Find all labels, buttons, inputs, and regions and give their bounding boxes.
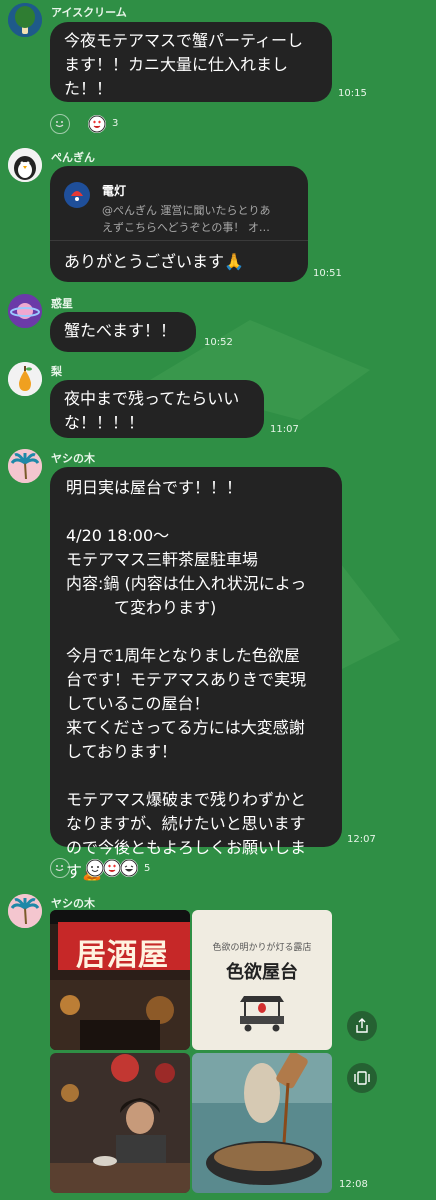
message-bubble[interactable]: 電灯 @ぺんぎん 運営に聞いたらとりあ えずこちらへどうぞとの事！ オ… ありが… <box>50 166 308 282</box>
reaction-count: 5 <box>144 863 151 874</box>
message-line: ます！！カニ大量に仕入れまし <box>64 55 289 74</box>
message-line: 夜中まで残ってたらいい <box>64 389 240 408</box>
add-reaction-button[interactable] <box>50 858 70 878</box>
photo-card-title: 色欲屋台 <box>226 962 298 983</box>
message-line <box>66 500 326 524</box>
message-bubble[interactable]: 蟹たべます！！ <box>50 312 196 352</box>
message-line: な！！！！ <box>64 413 145 432</box>
timestamp: 10:52 <box>204 337 233 348</box>
smiley-icon <box>55 121 64 128</box>
message-line <box>66 764 326 788</box>
message-bubble[interactable]: 夜中まで残ってたらいい な！！！！ <box>50 380 264 438</box>
love-face-icon <box>88 115 106 133</box>
message-line: 今夜モテアマスで蟹パーティーし <box>64 31 304 50</box>
message-line: しております！ <box>66 742 178 761</box>
sender-name: ぺんぎん <box>51 151 95 164</box>
reaction-emoji-icon[interactable] <box>86 859 104 877</box>
message-line: 今月で1周年となりました色欲屋 <box>66 646 300 665</box>
pear-icon <box>8 362 42 396</box>
icecream-icon <box>8 3 42 37</box>
avatar-icecream[interactable] <box>8 3 42 37</box>
reaction-emoji-icon[interactable] <box>120 859 138 877</box>
message-line <box>66 620 326 644</box>
photo-eating[interactable] <box>50 1053 190 1193</box>
palm-tree-icon <box>8 894 42 928</box>
photo-yatai-card[interactable]: 色欲の明かりが灯る露店 色欲屋台 <box>192 910 332 1050</box>
reply-preview[interactable]: 電灯 @ぺんぎん 運営に聞いたらとりあ えずこちらへどうぞとの事！ オ… <box>50 166 308 241</box>
smiley-icon <box>55 865 64 872</box>
message-line: 来てくださってる方には大変感謝 <box>66 718 305 737</box>
message-line: なりますが、続けたいと思います <box>66 814 306 833</box>
message-line: て変わります) <box>66 598 217 617</box>
message-line: ので今後ともよろしくお願いしま <box>66 838 307 857</box>
timestamp: 10:15 <box>338 88 367 99</box>
reaction-emoji-icon[interactable] <box>88 115 106 133</box>
lamp-icon <box>71 191 83 201</box>
add-reaction-button[interactable] <box>50 114 70 134</box>
reply-avatar <box>64 182 90 208</box>
reply-preview-line: えずこちらへどうぞとの事！ オ… <box>102 221 270 234</box>
timestamp: 10:51 <box>313 268 342 279</box>
timestamp: 12:08 <box>339 1179 368 1190</box>
laugh-face-icon <box>120 859 138 877</box>
message-bubble[interactable]: 今夜モテアマスで蟹パーティーし ます！！カニ大量に仕入れまし た！！ <box>50 22 332 102</box>
photo-card-subtitle: 色欲の明かりが灯る露店 <box>212 943 312 953</box>
penguin-icon <box>8 148 42 182</box>
photo-izakaya-sign[interactable]: 居酒屋 <box>50 910 190 1050</box>
planet-icon <box>8 294 42 328</box>
photo-wok[interactable] <box>192 1053 332 1193</box>
eating-scene-image <box>50 1053 190 1193</box>
avatar-pear[interactable] <box>8 362 42 396</box>
avatar-penguin[interactable] <box>8 148 42 182</box>
album-icon <box>354 1071 370 1085</box>
message-line: 明日実は屋台です！！！ <box>66 478 243 497</box>
love-face-icon <box>103 859 121 877</box>
message-line: 4/20 18:00～ <box>66 526 170 545</box>
sender-name: アイスクリーム <box>51 6 127 19</box>
sender-name: 惑星 <box>51 297 73 310</box>
timestamp: 12:07 <box>347 834 376 845</box>
timestamp: 11:07 <box>270 424 299 435</box>
food-cart-icon <box>240 996 284 1032</box>
message-line: モテアマス三軒茶屋駐車場 <box>66 550 259 569</box>
message-line: 蟹たべます！！ <box>64 321 177 340</box>
sender-name: 梨 <box>51 365 62 378</box>
avatar-planet[interactable] <box>8 294 42 328</box>
message-line: 台です！モテアマスありきで実現 <box>66 670 307 689</box>
message-line: た！！ <box>64 79 113 98</box>
message-bubble[interactable]: 明日実は屋台です！！！ 4/20 18:00～ モテアマス三軒茶屋駐車場 内容:… <box>50 467 342 881</box>
cheer-face-icon <box>86 859 104 877</box>
avatar-palm[interactable] <box>8 449 42 483</box>
sender-name: ヤシの木 <box>51 452 95 465</box>
reaction-emoji-icon[interactable] <box>103 859 121 877</box>
message-line: ありがとうございます🙏 <box>64 252 244 271</box>
wok-cooking-image <box>192 1053 332 1193</box>
message-line: しているこの屋台！ <box>66 694 210 713</box>
album-button[interactable] <box>347 1063 377 1093</box>
reaction-count: 3 <box>112 118 119 129</box>
message-line: 内容:鍋 (内容は仕入れ状況によっ <box>66 574 307 593</box>
palm-tree-icon <box>8 449 42 483</box>
avatar-palm[interactable] <box>8 894 42 928</box>
share-button[interactable] <box>347 1011 377 1041</box>
photo-sign-text: 居酒屋 <box>76 938 169 973</box>
message-line: モテアマス爆破まで残りわずかと <box>66 790 307 809</box>
sender-name: ヤシの木 <box>51 897 95 910</box>
share-icon <box>356 1018 368 1033</box>
